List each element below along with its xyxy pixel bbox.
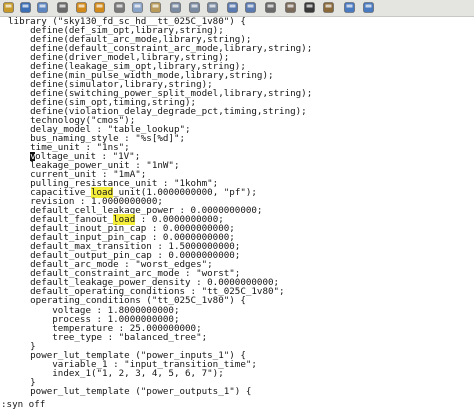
code-line: power_lut_template ("power_outputs_1") { <box>8 387 312 396</box>
copy-icon[interactable] <box>131 1 144 14</box>
code-line-text: index_1("1, 2, 3, 4, 5, 6, 7"); <box>8 367 224 379</box>
tags-icon[interactable] <box>322 1 335 14</box>
code-line-text: power_lut_template ("power_outputs_1") { <box>8 385 252 397</box>
redo-icon[interactable] <box>93 1 106 14</box>
toolbar <box>0 0 474 17</box>
open-file-icon[interactable] <box>2 1 15 14</box>
command-line[interactable]: :syn off <box>0 399 474 412</box>
undo-icon[interactable] <box>75 1 88 14</box>
text-editor-area[interactable]: library ("sky130_fd_sc_hd__tt_025C_1v80"… <box>0 17 474 397</box>
paste-icon[interactable] <box>149 1 162 14</box>
code-line: tree_type : "balanced_tree"; <box>8 331 312 343</box>
shell-icon[interactable] <box>303 1 316 14</box>
find-icon[interactable] <box>169 1 182 14</box>
help-icon[interactable] <box>343 1 356 14</box>
code-content[interactable]: library ("sky130_fd_sc_hd__tt_025C_1v80"… <box>8 17 312 396</box>
help-find-icon[interactable] <box>362 1 375 14</box>
editor-window: library ("sky130_fd_sc_hd__tt_025C_1v80"… <box>0 0 474 412</box>
code-line: index_1("1, 2, 3, 4, 5, 6, 7"); <box>8 369 312 378</box>
save-session-icon[interactable] <box>244 1 257 14</box>
load-session-icon[interactable] <box>226 1 239 14</box>
save-file-icon[interactable] <box>19 1 32 14</box>
command-line-text: :syn off <box>1 399 46 410</box>
run-script-icon[interactable] <box>264 1 277 14</box>
save-all-icon[interactable] <box>36 1 49 14</box>
find-next-icon[interactable] <box>188 1 201 14</box>
make-icon[interactable] <box>284 1 297 14</box>
find-prev-icon[interactable] <box>206 1 219 14</box>
code-line-text: tree_type : "balanced_tree"; <box>8 331 208 343</box>
cut-icon[interactable] <box>113 1 126 14</box>
print-icon[interactable] <box>56 1 69 14</box>
